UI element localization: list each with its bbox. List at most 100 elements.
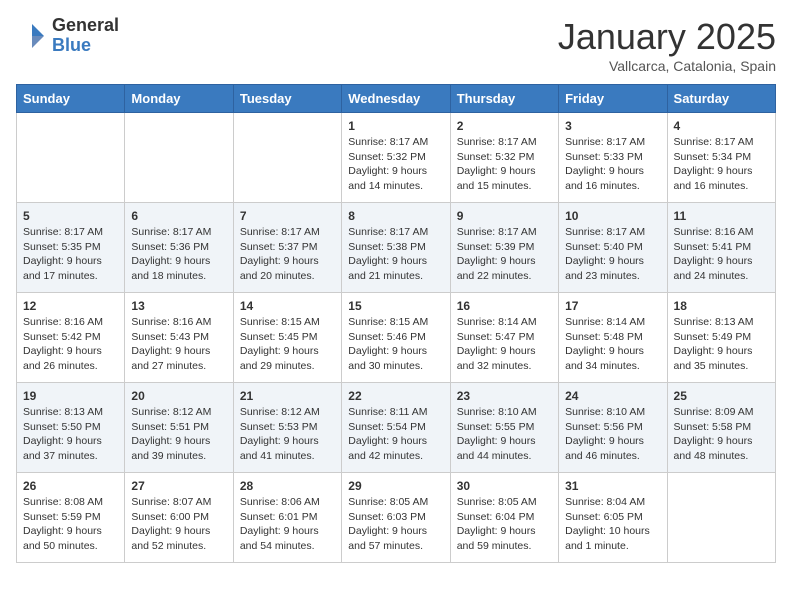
calendar-day-cell: 26 Sunrise: 8:08 AMSunset: 5:59 PMDayligh…	[17, 473, 125, 563]
day-number: 12	[23, 299, 118, 313]
calendar-day-cell: 21 Sunrise: 8:12 AMSunset: 5:53 PMDayligh…	[233, 383, 341, 473]
day-info: Sunrise: 8:14 AMSunset: 5:48 PMDaylight:…	[565, 315, 660, 374]
day-number: 24	[565, 389, 660, 403]
calendar-day-cell: 22 Sunrise: 8:11 AMSunset: 5:54 PMDayligh…	[342, 383, 450, 473]
day-info: Sunrise: 8:17 AMSunset: 5:34 PMDaylight:…	[674, 135, 769, 194]
calendar-day-cell: 31Sunrise: 8:04 AMSunset: 6:05 PMDayligh…	[559, 473, 667, 563]
calendar-day-cell	[17, 113, 125, 203]
calendar-day-cell: 1 Sunrise: 8:17 AMSunset: 5:32 PMDaylight…	[342, 113, 450, 203]
page-header: General Blue January 2025 Vallcarca, Cat…	[16, 16, 776, 74]
calendar-week-row: 5Sunrise: 8:17 AMSunset: 5:35 PMDaylight…	[17, 203, 776, 293]
calendar-table: SundayMondayTuesdayWednesdayThursdayFrid…	[16, 84, 776, 563]
calendar-week-row: 26 Sunrise: 8:08 AMSunset: 5:59 PMDayligh…	[17, 473, 776, 563]
day-info: Sunrise: 8:13 AMSunset: 5:50 PMDaylight:…	[23, 405, 118, 464]
day-number: 7	[240, 209, 335, 223]
month-title: January 2025	[558, 16, 776, 58]
day-number: 23	[457, 389, 552, 403]
day-number: 21	[240, 389, 335, 403]
calendar-day-cell: 18Sunrise: 8:13 AMSunset: 5:49 PMDayligh…	[667, 293, 775, 383]
day-info: Sunrise: 8:15 AMSunset: 5:45 PMDaylight:…	[240, 315, 335, 374]
day-number: 20	[131, 389, 226, 403]
day-number: 4	[674, 119, 769, 133]
day-of-week-header: Sunday	[17, 85, 125, 113]
day-number: 30	[457, 479, 552, 493]
calendar-week-row: 12 Sunrise: 8:16 AMSunset: 5:42 PMDayligh…	[17, 293, 776, 383]
logo-icon	[16, 20, 48, 52]
day-info: Sunrise: 8:11 AMSunset: 5:54 PMDaylight:…	[348, 405, 443, 464]
day-of-week-header: Thursday	[450, 85, 558, 113]
calendar-day-cell: 29 Sunrise: 8:05 AMSunset: 6:03 PMDayligh…	[342, 473, 450, 563]
calendar-day-cell: 6 Sunrise: 8:17 AMSunset: 5:36 PMDaylight…	[125, 203, 233, 293]
day-number: 3	[565, 119, 660, 133]
calendar-day-cell: 9Sunrise: 8:17 AMSunset: 5:39 PMDaylight…	[450, 203, 558, 293]
day-number: 11	[674, 209, 769, 223]
day-info: Sunrise: 8:16 AMSunset: 5:43 PMDaylight:…	[131, 315, 226, 374]
logo-blue: Blue	[52, 36, 119, 56]
day-number: 15	[348, 299, 443, 313]
day-info: Sunrise: 8:16 AMSunset: 5:42 PMDaylight:…	[23, 315, 118, 374]
day-number: 22	[348, 389, 443, 403]
day-number: 25	[674, 389, 769, 403]
day-number: 2	[457, 119, 552, 133]
calendar-day-cell	[125, 113, 233, 203]
day-number: 8	[348, 209, 443, 223]
calendar-day-cell: 14 Sunrise: 8:15 AMSunset: 5:45 PMDayligh…	[233, 293, 341, 383]
day-of-week-header: Friday	[559, 85, 667, 113]
day-of-week-header: Monday	[125, 85, 233, 113]
calendar-day-cell: 25Sunrise: 8:09 AMSunset: 5:58 PMDayligh…	[667, 383, 775, 473]
calendar-day-cell: 16Sunrise: 8:14 AMSunset: 5:47 PMDayligh…	[450, 293, 558, 383]
calendar-day-cell: 15 Sunrise: 8:15 AMSunset: 5:46 PMDayligh…	[342, 293, 450, 383]
day-info: Sunrise: 8:05 AMSunset: 6:04 PMDaylight:…	[457, 495, 552, 554]
day-info: Sunrise: 8:17 AMSunset: 5:32 PMDaylight:…	[348, 135, 443, 194]
day-info: Sunrise: 8:17 AMSunset: 5:36 PMDaylight:…	[131, 225, 226, 284]
day-info: Sunrise: 8:08 AMSunset: 5:59 PMDaylight:…	[23, 495, 118, 554]
calendar-day-cell: 7 Sunrise: 8:17 AMSunset: 5:37 PMDaylight…	[233, 203, 341, 293]
day-info: Sunrise: 8:10 AMSunset: 5:55 PMDaylight:…	[457, 405, 552, 464]
day-info: Sunrise: 8:15 AMSunset: 5:46 PMDaylight:…	[348, 315, 443, 374]
calendar-day-cell: 24 Sunrise: 8:10 AMSunset: 5:56 PMDayligh…	[559, 383, 667, 473]
day-info: Sunrise: 8:07 AMSunset: 6:00 PMDaylight:…	[131, 495, 226, 554]
location: Vallcarca, Catalonia, Spain	[558, 58, 776, 74]
day-of-week-header: Saturday	[667, 85, 775, 113]
calendar-week-row: 1 Sunrise: 8:17 AMSunset: 5:32 PMDaylight…	[17, 113, 776, 203]
day-number: 14	[240, 299, 335, 313]
logo-text: General Blue	[52, 16, 119, 56]
day-number: 26	[23, 479, 118, 493]
calendar-day-cell: 2Sunrise: 8:17 AMSunset: 5:32 PMDaylight…	[450, 113, 558, 203]
calendar-day-cell: 13 Sunrise: 8:16 AMSunset: 5:43 PMDayligh…	[125, 293, 233, 383]
day-info: Sunrise: 8:04 AMSunset: 6:05 PMDaylight:…	[565, 495, 660, 554]
day-info: Sunrise: 8:06 AMSunset: 6:01 PMDaylight:…	[240, 495, 335, 554]
day-info: Sunrise: 8:05 AMSunset: 6:03 PMDaylight:…	[348, 495, 443, 554]
calendar-day-cell: 5Sunrise: 8:17 AMSunset: 5:35 PMDaylight…	[17, 203, 125, 293]
calendar-day-cell: 23 Sunrise: 8:10 AMSunset: 5:55 PMDayligh…	[450, 383, 558, 473]
calendar-day-cell: 19 Sunrise: 8:13 AMSunset: 5:50 PMDayligh…	[17, 383, 125, 473]
calendar-header-row: SundayMondayTuesdayWednesdayThursdayFrid…	[17, 85, 776, 113]
day-number: 6	[131, 209, 226, 223]
calendar-day-cell: 27 Sunrise: 8:07 AMSunset: 6:00 PMDayligh…	[125, 473, 233, 563]
day-number: 28	[240, 479, 335, 493]
day-number: 19	[23, 389, 118, 403]
calendar-week-row: 19 Sunrise: 8:13 AMSunset: 5:50 PMDayligh…	[17, 383, 776, 473]
day-number: 27	[131, 479, 226, 493]
calendar-day-cell	[667, 473, 775, 563]
calendar-day-cell: 12 Sunrise: 8:16 AMSunset: 5:42 PMDayligh…	[17, 293, 125, 383]
day-info: Sunrise: 8:17 AMSunset: 5:38 PMDaylight:…	[348, 225, 443, 284]
day-info: Sunrise: 8:10 AMSunset: 5:56 PMDaylight:…	[565, 405, 660, 464]
day-number: 17	[565, 299, 660, 313]
day-number: 5	[23, 209, 118, 223]
calendar-day-cell: 11Sunrise: 8:16 AMSunset: 5:41 PMDayligh…	[667, 203, 775, 293]
day-number: 1	[348, 119, 443, 133]
calendar-day-cell: 30 Sunrise: 8:05 AMSunset: 6:04 PMDayligh…	[450, 473, 558, 563]
day-info: Sunrise: 8:17 AMSunset: 5:39 PMDaylight:…	[457, 225, 552, 284]
day-info: Sunrise: 8:17 AMSunset: 5:40 PMDaylight:…	[565, 225, 660, 284]
day-of-week-header: Tuesday	[233, 85, 341, 113]
day-number: 29	[348, 479, 443, 493]
day-of-week-header: Wednesday	[342, 85, 450, 113]
calendar-day-cell: 20Sunrise: 8:12 AMSunset: 5:51 PMDayligh…	[125, 383, 233, 473]
title-block: January 2025 Vallcarca, Catalonia, Spain	[558, 16, 776, 74]
day-number: 13	[131, 299, 226, 313]
day-info: Sunrise: 8:13 AMSunset: 5:49 PMDaylight:…	[674, 315, 769, 374]
day-info: Sunrise: 8:17 AMSunset: 5:37 PMDaylight:…	[240, 225, 335, 284]
day-info: Sunrise: 8:12 AMSunset: 5:53 PMDaylight:…	[240, 405, 335, 464]
logo: General Blue	[16, 16, 119, 56]
